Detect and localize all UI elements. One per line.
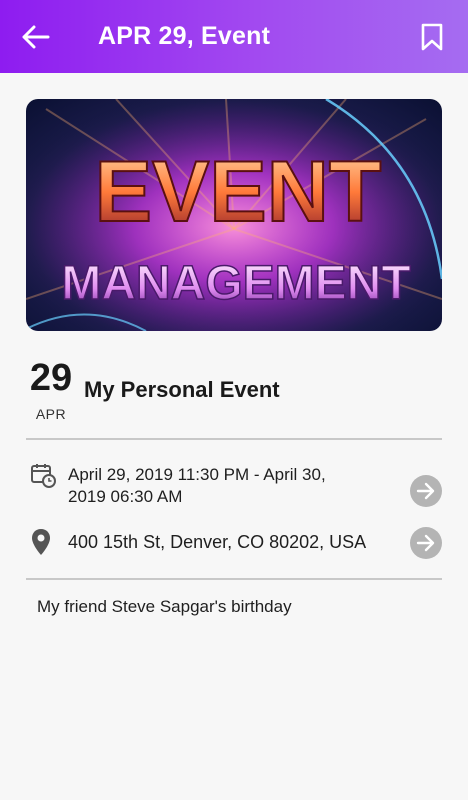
event-datetime-end: 2019 06:30 AM bbox=[68, 487, 183, 506]
datetime-action-button[interactable] bbox=[410, 475, 442, 507]
event-date: 29 APR bbox=[26, 358, 76, 422]
datetime-row: April 29, 2019 11:30 PM - April 30, 2019… bbox=[26, 460, 442, 510]
calendar-clock-icon bbox=[31, 464, 56, 488]
event-banner-image: EVENT MANAGEMENT bbox=[26, 99, 442, 331]
bookmark-icon bbox=[421, 23, 443, 51]
bookmark-button[interactable] bbox=[414, 18, 450, 56]
event-title: My Personal Event bbox=[84, 377, 280, 402]
location-action-button[interactable] bbox=[410, 527, 442, 559]
divider bbox=[26, 578, 442, 580]
page-title: APR 29, Event bbox=[98, 22, 271, 50]
arrow-right-icon bbox=[416, 534, 435, 552]
event-month: APR bbox=[35, 406, 67, 422]
banner-line1: EVENT bbox=[95, 144, 382, 240]
banner-line2: MANAGEMENT bbox=[61, 257, 410, 310]
arrow-right-icon bbox=[416, 482, 435, 500]
event-day: 29 bbox=[29, 357, 73, 399]
location-row: 400 15th St, Denver, CO 80202, USA bbox=[26, 526, 442, 560]
event-description: My friend Steve Sapgar's birthday bbox=[37, 597, 292, 616]
event-location: 400 15th St, Denver, CO 80202, USA bbox=[68, 532, 367, 552]
map-pin-icon bbox=[32, 529, 50, 555]
divider bbox=[26, 438, 442, 440]
arrow-left-icon bbox=[22, 25, 50, 49]
event-datetime-start: April 29, 2019 11:30 PM - April 30, bbox=[68, 465, 326, 484]
back-button[interactable] bbox=[18, 20, 54, 54]
app-bar: APR 29, Event bbox=[0, 0, 468, 73]
